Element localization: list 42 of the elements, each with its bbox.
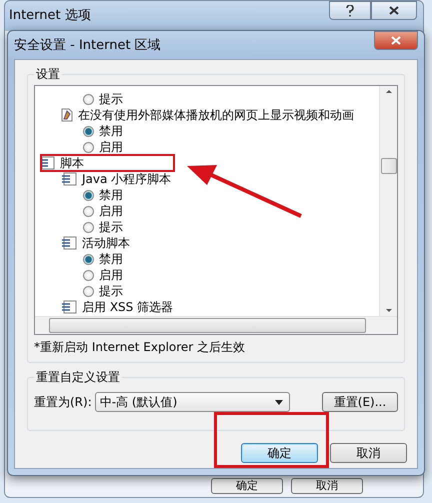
caret-icon bbox=[274, 400, 283, 404]
radio-option[interactable]: 启用 bbox=[35, 203, 379, 219]
close-icon bbox=[391, 36, 401, 45]
group-label: 脚本 bbox=[60, 156, 84, 170]
dialog-title: 安全设置 - Internet 区域 bbox=[14, 37, 162, 54]
script-icon bbox=[61, 300, 77, 314]
script-icon bbox=[61, 172, 77, 186]
radio-option[interactable]: 禁用 bbox=[35, 123, 379, 139]
scroll-thumb[interactable] bbox=[49, 318, 366, 333]
horizontal-scrollbar[interactable] bbox=[35, 316, 397, 334]
radio-option[interactable]: 禁用 bbox=[35, 251, 379, 267]
radio-option[interactable]: 禁用 bbox=[35, 187, 379, 203]
reset-label: 重置为(R): bbox=[34, 394, 92, 410]
radio-option[interactable]: 启用 bbox=[35, 267, 379, 283]
cancel-button[interactable]: 取消 bbox=[330, 443, 407, 463]
radio-option[interactable]: 提示 bbox=[35, 283, 379, 299]
window-button[interactable]: 确定 bbox=[211, 478, 283, 494]
reset-button[interactable]: 重置(E)... bbox=[322, 392, 398, 412]
question-icon bbox=[346, 4, 354, 16]
setting-label: Java 小程序脚本 bbox=[82, 172, 172, 186]
restart-note: *重新启动 Internet Explorer 之后生效 bbox=[34, 339, 246, 356]
radio-option[interactable]: 提示 bbox=[35, 219, 379, 235]
radio-option[interactable]: 提示 bbox=[35, 91, 379, 107]
ok-button[interactable]: 确定 bbox=[241, 443, 318, 463]
window-button[interactable]: 取消 bbox=[291, 478, 363, 494]
script-icon bbox=[39, 156, 55, 170]
help-button[interactable] bbox=[329, 1, 371, 20]
setting-label: 启用 XSS 筛选器 bbox=[82, 300, 174, 314]
window-title: Internet 选项 bbox=[9, 7, 92, 24]
radio-option[interactable]: 启用 bbox=[35, 139, 379, 155]
setting-label: 在没有使用外部媒体播放机的网页上显示视频和动画 bbox=[78, 108, 354, 122]
level-dropdown[interactable]: 中-高 (默认值) bbox=[94, 392, 290, 412]
vertical-scrollbar[interactable] bbox=[379, 86, 397, 316]
group-heading: 设置 bbox=[35, 66, 61, 83]
setting-label: 活动脚本 bbox=[82, 236, 130, 250]
group-heading: 重置自定义设置 bbox=[35, 369, 121, 386]
page-icon bbox=[61, 108, 73, 122]
scroll-thumb[interactable] bbox=[380, 158, 396, 174]
close-icon bbox=[389, 6, 399, 15]
close-button[interactable] bbox=[371, 1, 417, 20]
close-button[interactable] bbox=[374, 31, 418, 50]
script-icon bbox=[61, 236, 77, 250]
